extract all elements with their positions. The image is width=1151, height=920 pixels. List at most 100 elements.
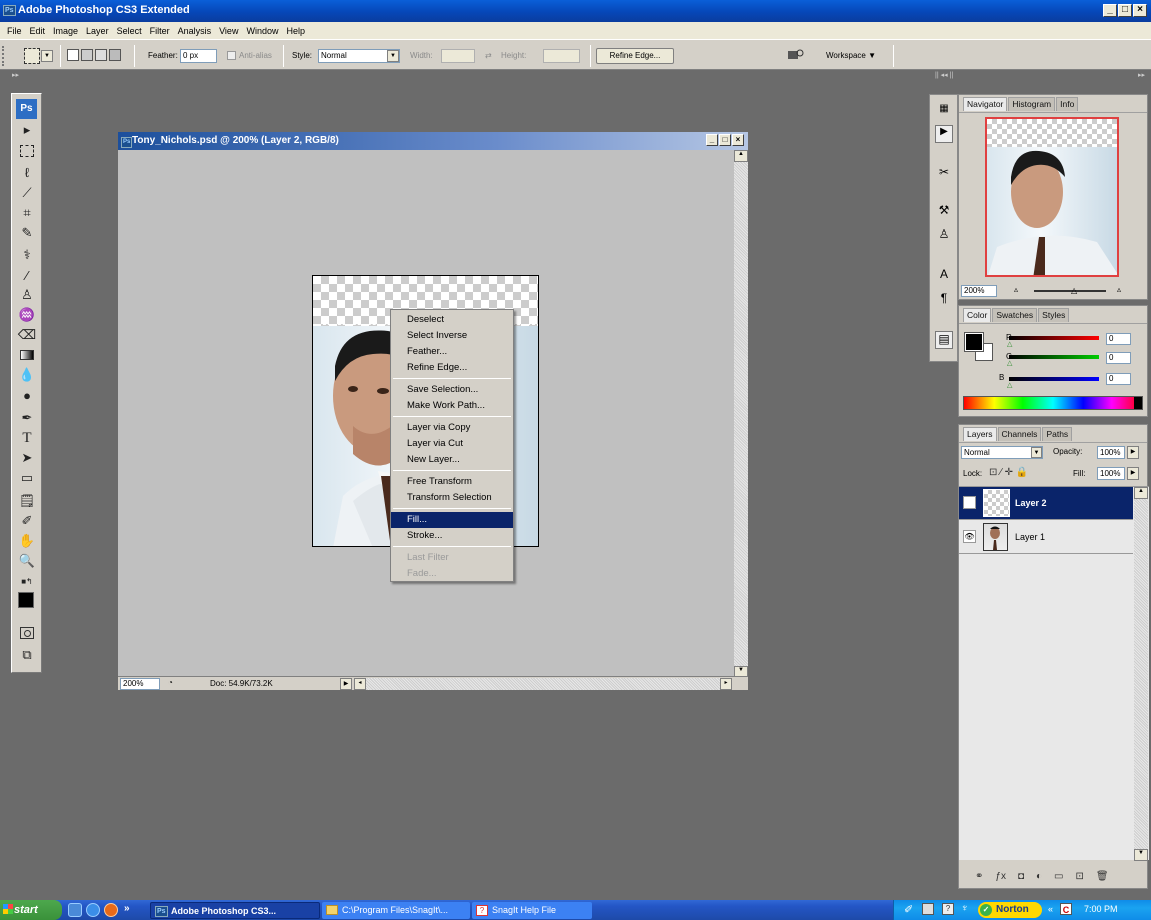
grip-icon[interactable] [2,46,8,66]
new-selection-icon[interactable] [67,49,79,61]
doc-maximize-button[interactable]: □ [719,134,731,146]
menu-image[interactable]: Image [49,26,82,36]
tab-navigator[interactable]: Navigator [963,97,1008,111]
fill-input[interactable]: 100% [1097,467,1125,480]
tab-info[interactable]: Info [1056,97,1079,111]
tab-histogram[interactable]: Histogram [1008,97,1056,111]
b-input[interactable]: 0 [1106,373,1131,385]
foreground-color-swatch[interactable] [18,592,34,608]
path-selection-icon[interactable]: ➤ [16,449,38,467]
green-slider-thumb[interactable]: △ [1007,359,1012,367]
menu-analysis[interactable]: Analysis [174,26,216,36]
zoom-slider[interactable] [1034,290,1106,292]
new-layer-icon[interactable]: ⊡ [1076,871,1084,885]
hand-tool-icon[interactable]: ✋ [16,532,38,550]
blend-mode-select[interactable]: Normal ▼ [961,446,1043,459]
scroll-up-icon[interactable]: ▲ [734,150,748,162]
zoom-slider-thumb[interactable]: △ [1071,286,1077,295]
feather-input[interactable]: 0 px [180,49,217,63]
brushes-icon[interactable]: ⚒ [935,203,953,221]
zoom-field[interactable]: 200% [120,678,160,690]
zoom-in-icon[interactable]: ▵ [1117,285,1121,294]
crop-tool-icon[interactable]: ⌗ [16,204,38,222]
blue-slider-thumb[interactable]: △ [1007,381,1012,389]
adjustment-layer-icon[interactable]: ◐ [1036,871,1042,885]
swap-icon[interactable]: ⇄ [485,49,492,63]
context-menu-item-new-layer[interactable]: New Layer... [391,452,513,468]
menu-filter[interactable]: Filter [146,26,174,36]
scroll-left-icon[interactable]: ◂ [354,678,366,690]
subtract-selection-icon[interactable] [95,49,107,61]
refine-edge-button[interactable]: Refine Edge... [596,48,674,64]
tab-styles[interactable]: Styles [1038,308,1070,322]
vertical-scrollbar[interactable]: ▲ ▼ [734,150,748,678]
magic-wand-icon[interactable]: ⟋ [16,184,38,202]
document-title-bar[interactable]: Ps Tony_Nichols.psd @ 200% (Layer 2, RGB… [118,132,748,150]
menu-view[interactable]: View [215,26,242,36]
menu-window[interactable]: Window [242,26,282,36]
type-tool-icon[interactable]: T [16,429,38,447]
layer-row-1[interactable]: 👁 Layer 1 [959,521,1133,554]
show-desktop-icon[interactable] [68,903,82,917]
doc-minimize-button[interactable]: _ [706,134,718,146]
add-selection-icon[interactable] [81,49,93,61]
ps-logo-icon[interactable]: Ps [16,99,37,119]
context-menu-item-fill[interactable]: Fill... [391,512,513,528]
navigator-zoom-field[interactable]: 200% [961,285,997,297]
menu-select[interactable]: Select [113,26,146,36]
context-menu-item-free-transform[interactable]: Free Transform [391,474,513,490]
screen-mode-icon[interactable]: ⧉ [16,646,38,664]
dodge-tool-icon[interactable]: ● [16,386,38,404]
maximize-button[interactable]: □ [1118,4,1132,17]
context-menu-item-transform-selection[interactable]: Transform Selection [391,490,513,506]
eraser-tool-icon[interactable]: ⌫ [16,326,38,344]
doc-close-button[interactable]: × [732,134,744,146]
clone-source-icon[interactable]: ♙ [935,227,953,245]
opacity-arrow-icon[interactable]: ▶ [1127,446,1139,459]
quick-mask-icon[interactable] [16,624,38,642]
slice-tool-icon[interactable]: ✎ [16,224,38,242]
tab-paths[interactable]: Paths [1042,427,1073,441]
layer-row-2[interactable]: 👁 Layer 2 [959,487,1133,520]
history-brush-icon[interactable]: ♒ [16,306,38,324]
scroll-right-icon[interactable]: ▸ [720,678,732,690]
tray-c-icon[interactable]: C [1060,903,1072,915]
lasso-tool-icon[interactable]: ℓ [16,163,38,181]
dock-header[interactable]: || ◂◂ || ▸▸ [929,72,1151,80]
tab-color[interactable]: Color [963,308,992,322]
close-button[interactable]: × [1133,4,1147,17]
bridge-icon[interactable] [787,48,805,62]
start-button[interactable]: start [0,900,62,920]
tab-swatches[interactable]: Swatches [992,308,1038,322]
layers-scroll-down-icon[interactable]: ▼ [1134,849,1148,861]
delete-layer-icon[interactable]: 🗑 [1096,871,1109,885]
layers-scrollbar[interactable]: ▲ ▼ [1134,487,1148,861]
layer-comps-icon[interactable]: ▤ [935,331,953,349]
menu-layer[interactable]: Layer [82,26,113,36]
green-slider[interactable] [1009,355,1099,359]
swap-colors-icon[interactable]: ■↰ [16,572,38,590]
menu-edit[interactable]: Edit [26,26,50,36]
menu-help[interactable]: Help [282,26,309,36]
context-menu-item-layer-via-copy[interactable]: Layer via Copy [391,420,513,436]
lock-icons[interactable]: ⊡ ∕ ✛ 🔒 [989,467,1028,478]
tray-network-icon[interactable]: ♆ [961,903,969,914]
context-menu-item-refine-edge[interactable]: Refine Edge... [391,360,513,376]
antialias-checkbox[interactable] [227,51,236,60]
tray-pen-icon[interactable]: ✐ [904,903,913,916]
brush-tool-icon[interactable]: ∕ [16,266,38,284]
gradient-tool-icon[interactable] [16,346,38,364]
context-menu-item-layer-via-cut[interactable]: Layer via Cut [391,436,513,452]
horizontal-scrollbar[interactable]: ◂ ▸ [354,678,732,690]
rect-marquee-preset-icon[interactable] [24,48,40,64]
width-input[interactable] [441,49,475,63]
fill-arrow-icon[interactable]: ▶ [1127,467,1139,480]
intersect-selection-icon[interactable] [109,49,121,61]
context-menu-item-deselect[interactable]: Deselect [391,312,513,328]
link-layers-icon[interactable]: ⚭ [975,871,983,885]
layer-style-icon[interactable]: ƒx [995,871,1006,885]
new-group-icon[interactable]: ▭ [1054,871,1063,885]
clone-stamp-icon[interactable]: ♙ [16,286,38,304]
layers-scroll-up-icon[interactable]: ▲ [1134,487,1148,499]
task-snagit-folder[interactable]: C:\Program Files\SnagIt\... [322,902,470,919]
